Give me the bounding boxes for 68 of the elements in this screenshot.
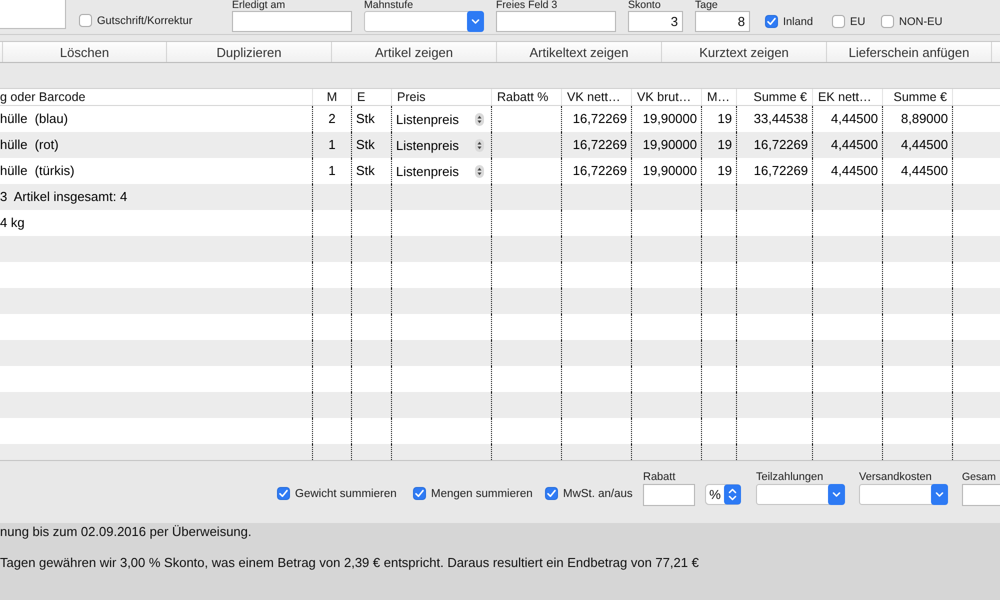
checkbox[interactable]	[79, 14, 92, 27]
stepper-icon	[724, 484, 741, 505]
input-field[interactable]	[962, 484, 1000, 506]
column-header[interactable]: g oder Barcode	[0, 89, 313, 105]
field-label: Versandkosten	[859, 470, 932, 484]
chevron-down-icon	[467, 11, 484, 32]
dropdown[interactable]	[756, 484, 845, 505]
toolbar-button[interactable]: Löschen	[2, 42, 167, 62]
column-header[interactable]: Rabatt %	[492, 89, 562, 105]
price-popup[interactable]: Listenpreis	[396, 132, 487, 158]
note-text: nung bis zum 02.09.2016 per Überweisung.	[0, 524, 252, 540]
field-label: Gesam	[962, 470, 996, 484]
field-label: Rabatt	[643, 470, 676, 484]
input-field[interactable]: 8	[695, 11, 750, 32]
column-header[interactable]: EK nett…	[813, 89, 883, 105]
toolbar-button[interactable]: Artikeltext zeigen	[497, 42, 662, 62]
checkbox[interactable]	[881, 15, 894, 28]
chevron-down-icon	[931, 484, 948, 505]
updown-arrows-icon	[475, 164, 484, 178]
unit-popup[interactable]: %	[705, 484, 741, 505]
input-field[interactable]	[0, 0, 66, 29]
toolbar-button[interactable]: Artikel zeigen	[332, 42, 497, 62]
toolbar-button[interactable]: Lieferschein anfügen	[827, 42, 992, 62]
column-header[interactable]: Summe €	[737, 89, 813, 105]
toolbar-button[interactable]: Kurztext zeigen	[662, 42, 827, 62]
column-header[interactable]: Summe €	[883, 89, 953, 105]
chevron-down-icon	[828, 484, 845, 505]
checkbox-label: NON-EU	[899, 16, 942, 28]
checkbox[interactable]	[277, 487, 290, 500]
price-popup[interactable]: Listenpreis	[396, 106, 487, 132]
input-field[interactable]	[496, 11, 616, 32]
checkbox-label: Inland	[783, 16, 813, 28]
dropdown[interactable]	[364, 11, 484, 32]
table-row[interactable]: hülle (türkis) 1 Stk Listenpreis 16,72269 19,90000 19 16,72269 4,44500 4,44500	[0, 158, 1000, 184]
column-header[interactable]: E	[352, 89, 392, 105]
checkbox[interactable]	[765, 15, 778, 28]
column-header[interactable]: VK nett…	[562, 89, 632, 105]
checkbox-label: MwSt. an/aus	[563, 488, 633, 500]
checkbox-label: Gewicht summieren	[295, 488, 397, 500]
column-header[interactable]: M	[313, 89, 352, 105]
checkbox-label: Mengen summieren	[431, 488, 533, 500]
toolbar-button[interactable]: Duplizieren	[167, 42, 332, 62]
column-header[interactable]: M…	[702, 89, 737, 105]
field-label: Mahnstufe	[364, 0, 414, 11]
input-field[interactable]	[643, 484, 695, 506]
field-label: Erledigt am	[232, 0, 286, 11]
field-label: Skonto	[628, 0, 661, 11]
column-header[interactable]: Preis	[392, 89, 492, 105]
field-label: Freies Feld 3	[496, 0, 558, 11]
dropdown[interactable]	[859, 484, 948, 505]
updown-arrows-icon	[475, 112, 484, 126]
checkbox-label: Gutschrift/Korrektur	[97, 14, 192, 26]
field-label: Teilzahlungen	[756, 470, 824, 484]
note-text: Tagen gewähren wir 3,00 % Skonto, was einem Betrag von 2,39 € entspricht. Daraus resultiert ein Endbetrag von 77,21 €	[0, 555, 699, 571]
checkbox[interactable]	[413, 487, 426, 500]
checkbox[interactable]	[545, 487, 558, 500]
table-row[interactable]: 4 kg	[0, 210, 1000, 236]
table-row[interactable]: 3 Artikel insgesamt: 4	[0, 184, 1000, 210]
checkbox[interactable]	[832, 15, 845, 28]
field-label: Tage	[695, 0, 718, 11]
checkbox-label: EU	[850, 16, 866, 28]
table-row[interactable]: hülle (blau) 2 Stk Listenpreis 16,72269 19,90000 19 33,44538 4,44500 8,89000	[0, 106, 1000, 132]
table-row[interactable]: hülle (rot) 1 Stk Listenpreis 16,72269 19,90000 19 16,72269 4,44500 4,44500	[0, 132, 1000, 158]
price-popup[interactable]: Listenpreis	[396, 158, 487, 184]
column-header[interactable]: VK brut…	[632, 89, 702, 105]
updown-arrows-icon	[475, 138, 484, 152]
input-field[interactable]	[232, 11, 352, 32]
input-field[interactable]: 3	[628, 11, 683, 32]
